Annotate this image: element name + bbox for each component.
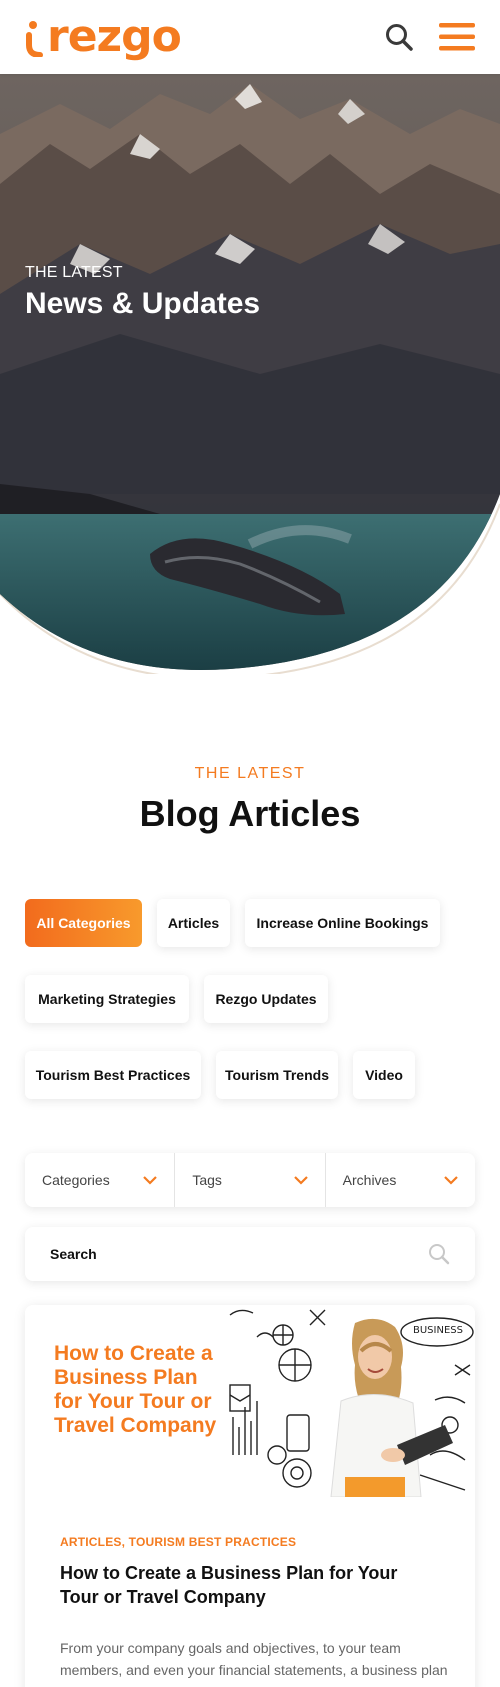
logo-smile-icon: [26, 21, 43, 57]
chevron-down-icon: [444, 1175, 458, 1185]
tags-dropdown[interactable]: Tags: [174, 1153, 324, 1207]
site-header: rezgo: [0, 0, 500, 74]
category-chip-tourism-trends[interactable]: Tourism Trends: [216, 1051, 338, 1099]
blog-title: Blog Articles: [139, 793, 361, 834]
archives-dropdown[interactable]: Archives: [324, 1153, 475, 1207]
business-doodle-label: BUSINESS: [413, 1325, 463, 1336]
blog-search-input[interactable]: [50, 1246, 410, 1262]
filter-bar: Categories Tags Archives: [25, 1153, 475, 1207]
article-card[interactable]: How to Create a Business Plan for Your T…: [25, 1305, 475, 1687]
search-icon[interactable]: [385, 23, 413, 51]
categories-dropdown[interactable]: Categories: [25, 1153, 174, 1207]
hero-title: News & Updates: [25, 287, 261, 320]
hamburger-menu-icon[interactable]: [439, 22, 475, 52]
article-excerpt: From your company goals and objectives, …: [60, 1640, 448, 1687]
logo-wordmark: rezgo: [47, 11, 182, 62]
categories-dropdown-label: Categories: [42, 1172, 110, 1188]
mountain-whale-image: [0, 74, 500, 674]
article-title[interactable]: How to Create a Business Plan for Your T…: [60, 1561, 440, 1609]
rezgo-logo[interactable]: rezgo: [25, 11, 182, 62]
category-chip-rezgo-updates[interactable]: Rezgo Updates: [204, 975, 328, 1023]
category-chip-all-categories[interactable]: All Categories: [25, 899, 142, 947]
category-chip-tourism-best-practices[interactable]: Tourism Best Practices: [25, 1051, 201, 1099]
chevron-down-icon: [293, 1175, 308, 1185]
category-chip-articles[interactable]: Articles: [157, 899, 230, 947]
category-chip-marketing-strategies[interactable]: Marketing Strategies: [25, 975, 189, 1023]
chevron-down-icon: [143, 1175, 158, 1185]
search-icon[interactable]: [428, 1243, 450, 1265]
category-chip-increase-online-bookings[interactable]: Increase Online Bookings: [245, 899, 440, 947]
article-featured-image[interactable]: How to Create a Business Plan for Your T…: [25, 1305, 475, 1497]
tags-dropdown-label: Tags: [192, 1172, 222, 1188]
blog-eyebrow: THE LATEST: [194, 765, 306, 782]
hero-eyebrow: THE LATEST: [25, 264, 123, 281]
category-chip-video[interactable]: Video: [353, 1051, 415, 1099]
archives-dropdown-label: Archives: [342, 1172, 397, 1188]
blog-search-box: [25, 1227, 475, 1281]
article-categories[interactable]: ARTICLES, TOURISM BEST PRACTICES: [60, 1535, 296, 1549]
hero-banner: THE LATEST News & Updates: [0, 74, 500, 674]
